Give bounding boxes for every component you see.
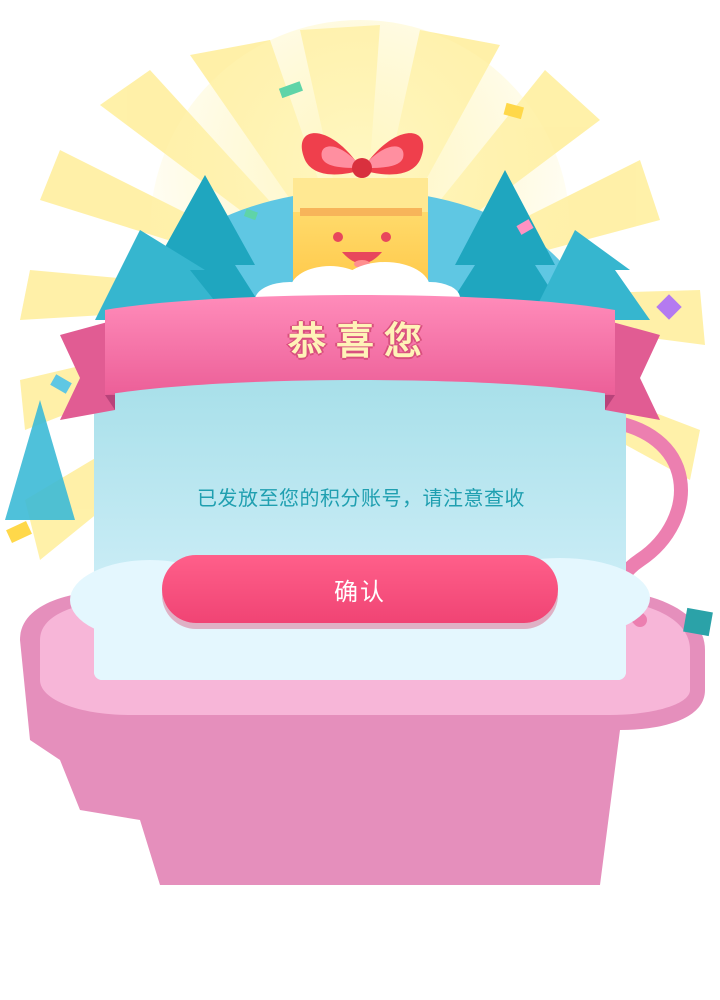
confirm-button[interactable]: 确认: [162, 555, 558, 623]
reward-dialog-stage: 恭喜您 已发放至您的积分账号，请注意查收 确认: [0, 0, 720, 1000]
dialog-message: 已发放至您的积分账号，请注意查收: [197, 485, 525, 510]
